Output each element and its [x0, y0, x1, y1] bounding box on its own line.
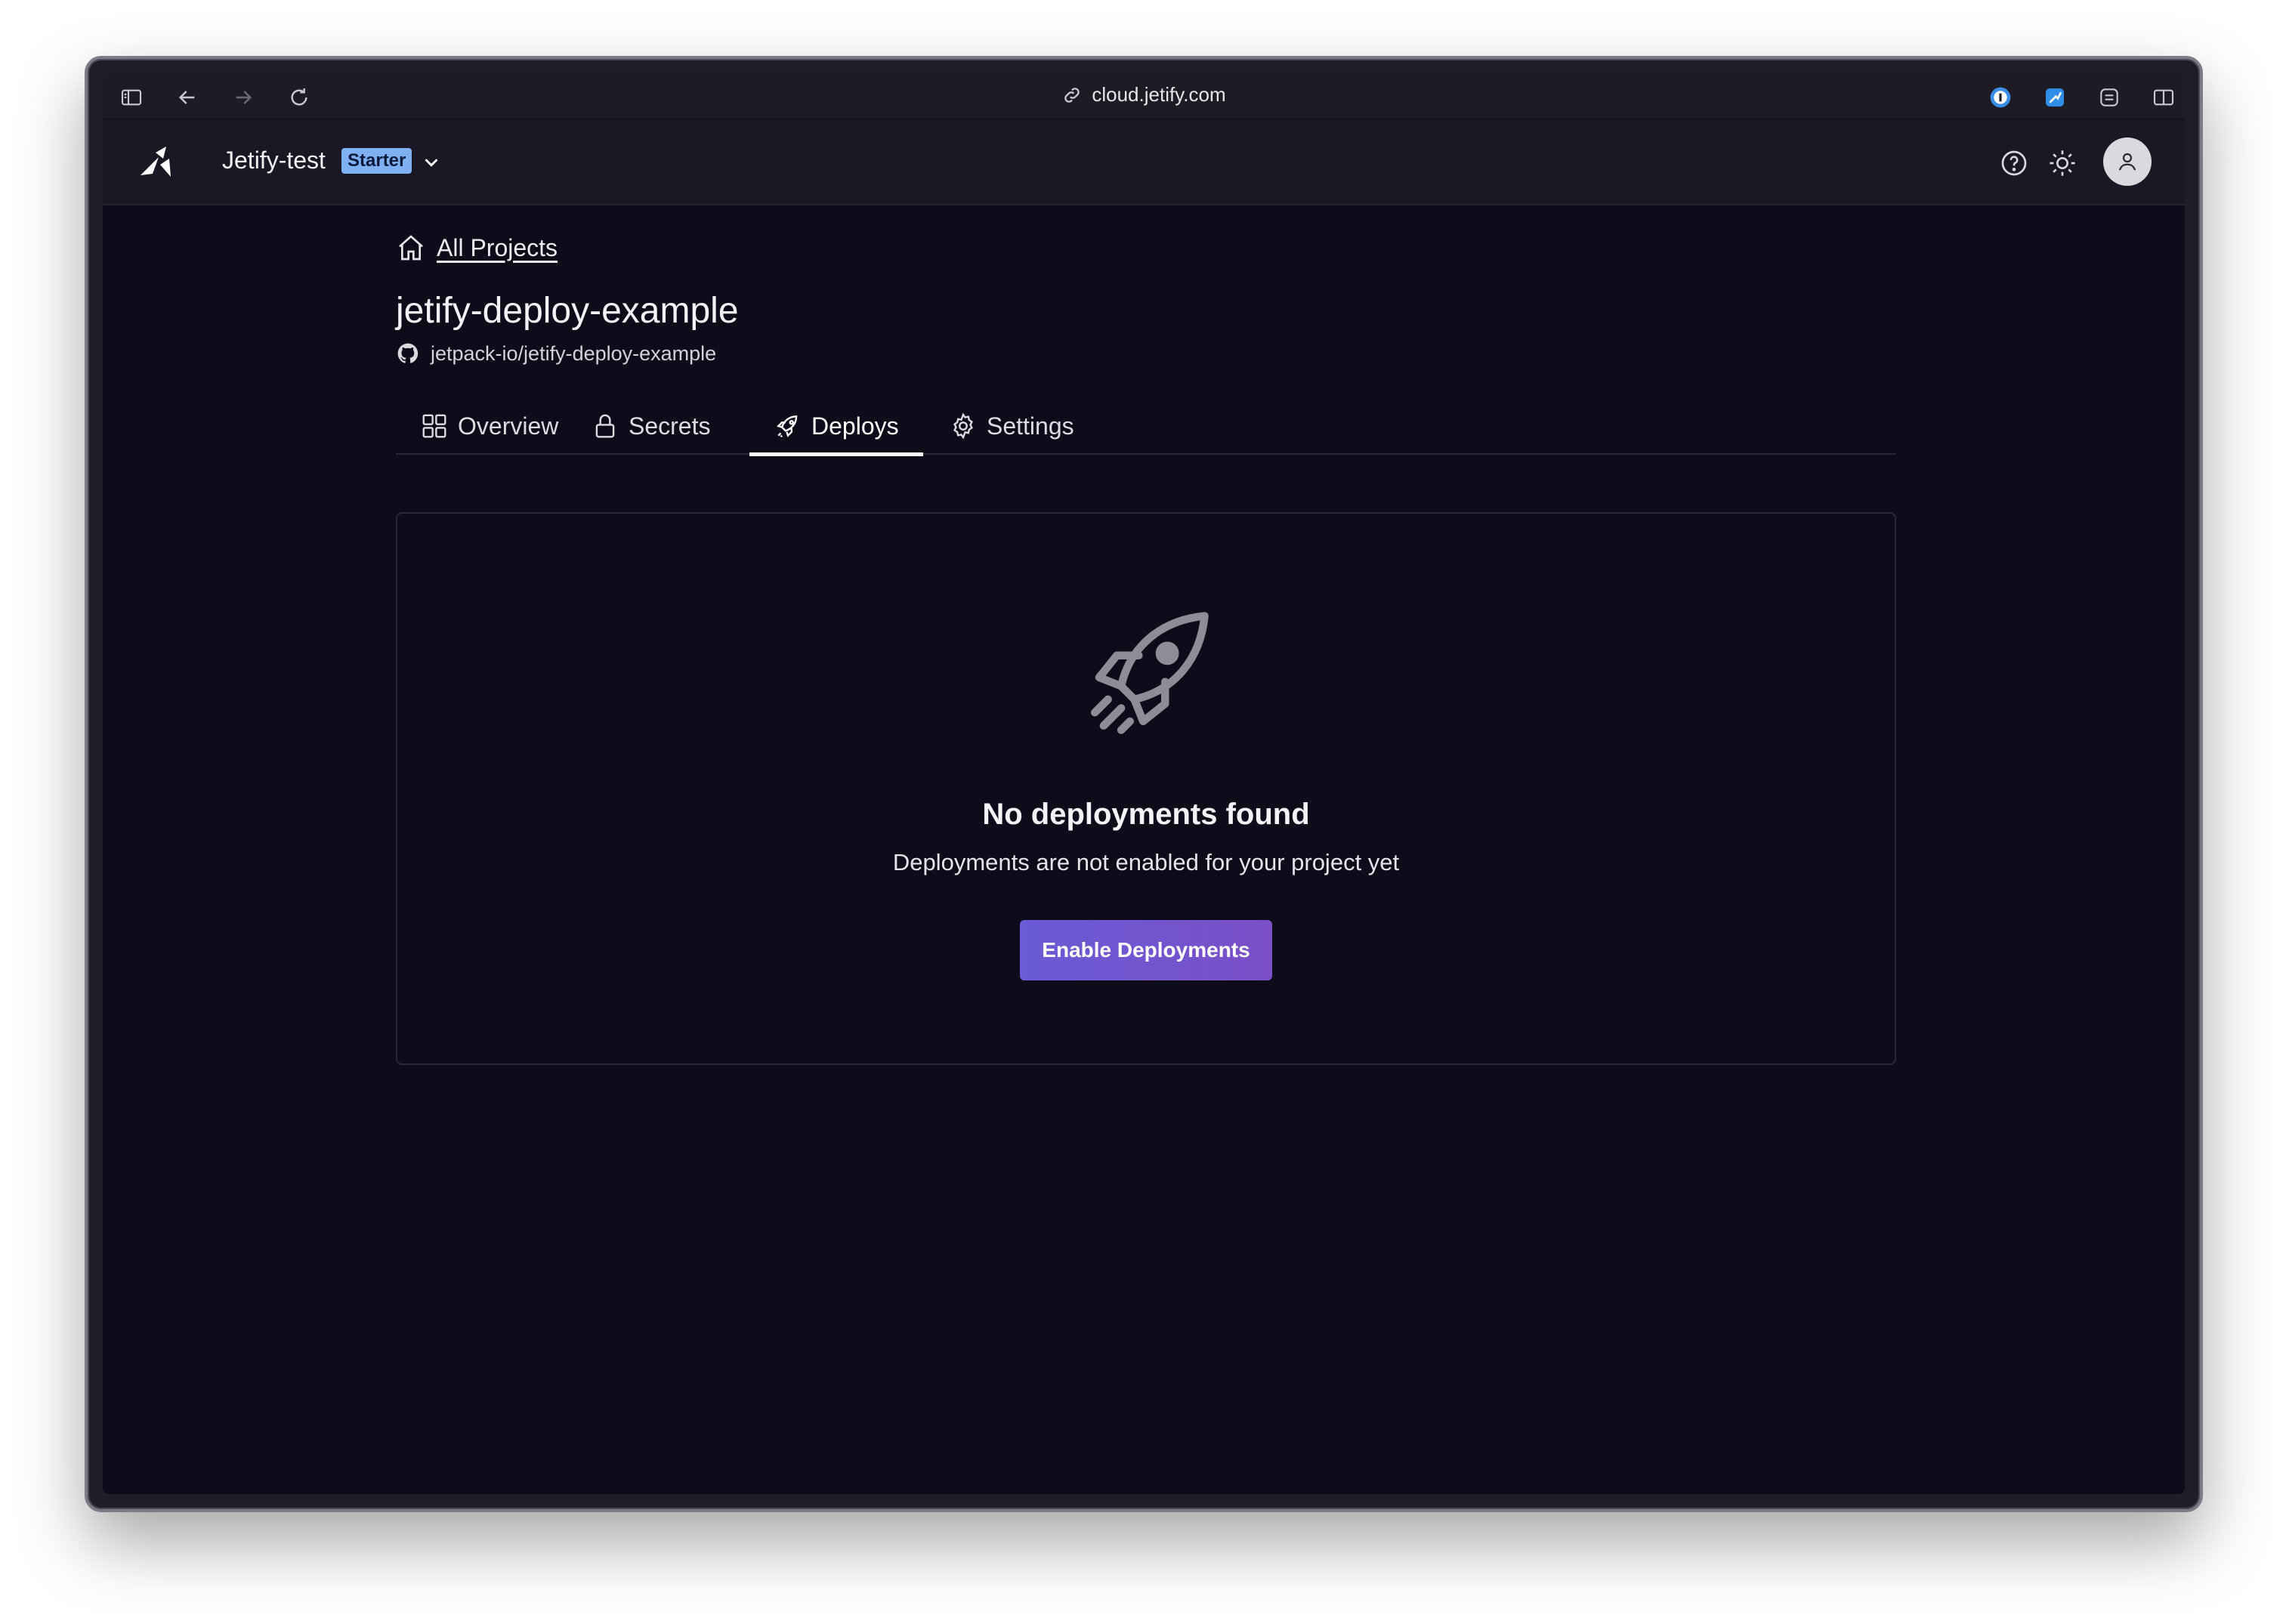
sidebar-icon[interactable] [118, 85, 145, 110]
enable-deployments-button[interactable]: Enable Deployments [1020, 920, 1272, 980]
tab-deploys[interactable]: Deploys [749, 397, 923, 456]
extension-icon[interactable] [2041, 85, 2068, 110]
user-avatar-icon [2118, 153, 2136, 171]
tab-secrets[interactable]: Secrets [567, 397, 734, 455]
home-icon [399, 235, 423, 261]
repo-link[interactable]: jetpack-io/jetify-deploy-example [396, 341, 716, 366]
split-view-icon[interactable] [2150, 85, 2177, 110]
jetify-logo[interactable] [136, 142, 178, 184]
tab-label: Settings [987, 412, 1074, 440]
user-avatar[interactable] [2103, 137, 2152, 186]
browser-content: cloud.jetify.com Jetify-test Starter All… [103, 74, 2185, 1494]
lock-icon [595, 414, 615, 438]
back-icon[interactable] [174, 85, 201, 110]
app-header: Jetify-test Starter [103, 119, 2185, 205]
project-tabs: Overview Secrets Deploys Settings [396, 397, 1896, 456]
browser-window: cloud.jetify.com Jetify-test Starter All… [85, 56, 2203, 1512]
reload-icon[interactable] [286, 85, 313, 110]
address-bar[interactable]: cloud.jetify.com [103, 83, 2185, 107]
tab-label: Overview [458, 412, 559, 440]
tab-overview[interactable]: Overview [396, 397, 582, 455]
plan-badge: Starter [341, 148, 412, 174]
org-name[interactable]: Jetify-test [222, 147, 326, 174]
gear-icon [953, 412, 973, 440]
theme-toggle-icon[interactable] [2047, 148, 2077, 178]
help-icon[interactable] [1999, 148, 2029, 178]
forward-icon[interactable] [230, 85, 257, 110]
tab-settings[interactable]: Settings [925, 397, 1098, 455]
password-manager-icon[interactable] [1987, 85, 2014, 110]
chevron-down-icon[interactable] [420, 151, 443, 174]
empty-state-card: No deployments found Deployments are not… [396, 512, 1896, 1065]
empty-state-title: No deployments found [982, 798, 1310, 831]
rocket-icon [777, 415, 798, 438]
rocket-icon [1091, 612, 1209, 734]
all-projects-link[interactable]: All Projects [437, 234, 558, 262]
github-icon [397, 343, 419, 363]
tab-label: Secrets [629, 412, 711, 440]
grid-icon [422, 414, 446, 438]
repo-name[interactable]: jetpack-io/jetify-deploy-example [431, 342, 716, 366]
url-text[interactable]: cloud.jetify.com [1092, 83, 1225, 107]
empty-state-subtitle: Deployments are not enabled for your pro… [892, 849, 1400, 875]
link-icon [1064, 87, 1080, 103]
tab-label: Deploys [811, 412, 899, 440]
breadcrumb: All Projects [396, 233, 558, 263]
extension2-icon[interactable] [2096, 85, 2123, 110]
project-title: jetify-deploy-example [396, 291, 739, 331]
browser-toolbar: cloud.jetify.com [103, 74, 2185, 119]
